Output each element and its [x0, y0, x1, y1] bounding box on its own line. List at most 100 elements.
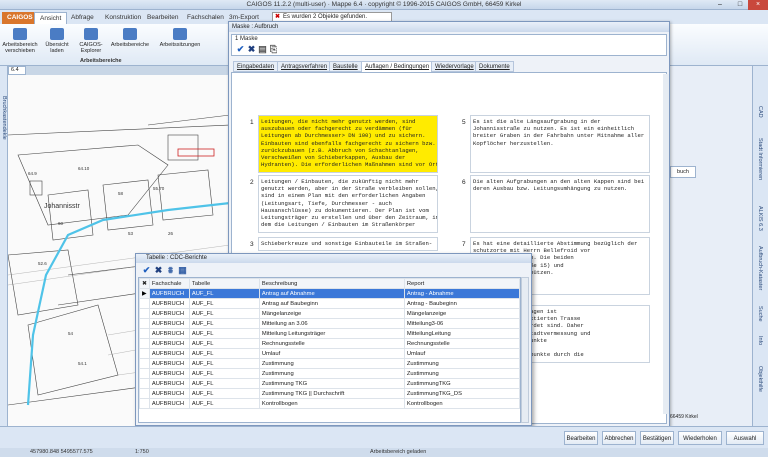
table-cell[interactable]: Kontrollbogen: [403, 398, 520, 409]
table-cell[interactable]: Umlauf: [403, 348, 520, 359]
select-button[interactable]: Auswahl: [726, 431, 764, 445]
edit-button[interactable]: Bearbeiten: [564, 431, 598, 445]
table-row[interactable]: AUFBRUCH AUF_FL Zustimmung TKG || Durchsch…: [139, 388, 520, 399]
minimize-icon[interactable]: –: [710, 0, 730, 10]
strip-stadt[interactable]: Stadt Informieren: [757, 138, 763, 180]
dialog-scrollbar[interactable]: [663, 74, 669, 414]
table-cell[interactable]: Zustimmung TKG: [258, 378, 405, 389]
tab-antragsverfahren[interactable]: Antragsverfahren: [277, 61, 332, 72]
tab-eingabedaten[interactable]: Eingabedaten: [233, 61, 279, 72]
table-cell[interactable]: Zustimmung: [403, 358, 520, 369]
table-cell[interactable]: ZustimmungTKG: [403, 378, 520, 389]
document-tab[interactable]: 6.4: [8, 66, 26, 75]
table-cell[interactable]: AUFBRUCH: [148, 318, 190, 329]
tab-abfrage[interactable]: Abfrage: [66, 12, 99, 24]
confirm-button[interactable]: Bestätigen: [640, 431, 674, 445]
table-cell[interactable]: AUFBRUCH: [148, 398, 190, 409]
explorer-button[interactable]: CAIGOS-Explorer: [76, 28, 106, 54]
table-cell[interactable]: AUF_FL: [188, 338, 260, 349]
export-icon[interactable]: ⎘: [269, 45, 278, 54]
strip-aufbruch[interactable]: Aufbruch-Kataster: [757, 246, 763, 290]
move-workspace-button[interactable]: Arbeitsbereich verschieben: [2, 28, 38, 54]
table-cell[interactable]: Mängelanzeige: [258, 308, 405, 319]
tab-fachschalen[interactable]: Fachschalen: [182, 12, 229, 24]
table-cell[interactable]: Antrag - Baubeginn: [403, 298, 520, 309]
col-report[interactable]: Report: [403, 278, 520, 289]
strip-info[interactable]: Info: [757, 336, 763, 345]
repeat-button[interactable]: Wiederholen: [678, 431, 722, 445]
table-cell[interactable]: Mitteilung an 3.06: [258, 318, 405, 329]
filter-icon[interactable]: ⩩: [166, 266, 175, 275]
table-cell[interactable]: AUFBRUCH: [148, 328, 190, 339]
table-cell[interactable]: AUFBRUCH: [148, 388, 190, 399]
tab-bearbeiten[interactable]: Bearbeiten: [142, 12, 183, 24]
print-icon[interactable]: ▤: [258, 45, 267, 54]
table-cell[interactable]: AUFBRUCH: [148, 358, 190, 369]
table-cell[interactable]: Zustimmung: [258, 358, 405, 369]
table-cell[interactable]: AUF_FL: [188, 378, 260, 389]
table-row[interactable]: AUFBRUCH AUF_FL Zustimmung Zustimmung: [139, 368, 520, 379]
table-cell[interactable]: Mitteilung3-06: [403, 318, 520, 329]
report-icon[interactable]: ▦: [178, 266, 187, 275]
table-cell[interactable]: MitteilungLeitung: [403, 328, 520, 339]
table-cell[interactable]: Antrag - Abnahme: [403, 288, 520, 299]
check-icon[interactable]: ✔: [142, 266, 151, 275]
col-beschreibung[interactable]: Beschreibung: [258, 278, 405, 289]
table-row[interactable]: AUFBRUCH AUF_FL Zustimmung TKG ZustimmungTK…: [139, 378, 520, 389]
load-overview-button[interactable]: Übersicht laden: [42, 28, 72, 54]
table-cell[interactable]: AUF_FL: [188, 398, 260, 409]
table-cell[interactable]: Zustimmung: [258, 368, 405, 379]
cancel-icon[interactable]: ✖: [154, 266, 163, 275]
tab-baustelle[interactable]: Baustelle: [329, 61, 362, 72]
check-icon[interactable]: ✔: [236, 45, 245, 54]
table-cell[interactable]: AUFBRUCH: [148, 308, 190, 319]
table-row[interactable]: AUFBRUCH AUF_FL Kontrollbogen Kontrollbogen: [139, 398, 520, 409]
table-cell[interactable]: AUF_FL: [188, 368, 260, 379]
maximize-icon[interactable]: □: [730, 0, 750, 10]
table-cell[interactable]: Rechnungsstelle: [403, 338, 520, 349]
table-cell[interactable]: AUF_FL: [188, 288, 260, 299]
table-row[interactable]: AUFBRUCH AUF_FL Antrag auf Baubeginn Antrag…: [139, 298, 520, 309]
tab-caigos[interactable]: CAIGOS: [2, 12, 38, 24]
close-icon[interactable]: ×: [748, 0, 768, 10]
tab-konstruktion[interactable]: Konstruktion: [100, 12, 146, 24]
table-row[interactable]: AUFBRUCH AUF_FL Mängelanzeige Mängelanzeige: [139, 308, 520, 319]
table-cell[interactable]: Mängelanzeige: [403, 308, 520, 319]
strip-objekthilfe[interactable]: Objekthilfe: [757, 366, 763, 392]
table-scrollbar[interactable]: [521, 277, 529, 423]
cancel-icon[interactable]: ✖: [247, 45, 256, 54]
abort-button[interactable]: Abbrechen: [602, 431, 636, 445]
panel-button[interactable]: buch: [670, 166, 696, 178]
table-cell[interactable]: ZustimmungTKG_DS: [403, 388, 520, 399]
table-cell[interactable]: AUF_FL: [188, 308, 260, 319]
condition-text-6[interactable]: Die alten Aufgrabungen an den alten Kapp…: [470, 175, 650, 233]
table-cell[interactable]: Mitteilung Leitungsträger: [258, 328, 405, 339]
table-cell[interactable]: Rechnungsstelle: [258, 338, 405, 349]
table-cell[interactable]: AUF_FL: [188, 318, 260, 329]
col-tabelle[interactable]: Tabelle: [188, 278, 260, 289]
table-cell[interactable]: AUF_FL: [188, 298, 260, 309]
table-cell[interactable]: AUFBRUCH: [148, 368, 190, 379]
table-row[interactable]: AUFBRUCH AUF_FL Mitteilung an 3.06 Mitteilu…: [139, 318, 520, 329]
table-cell[interactable]: AUFBRUCH: [148, 288, 190, 299]
table-cell[interactable]: AUF_FL: [188, 328, 260, 339]
condition-text-3[interactable]: Schieberkreuze und sonstige Einbauteile …: [258, 237, 438, 251]
table-cell[interactable]: AUF_FL: [188, 358, 260, 369]
condition-text-1[interactable]: Leitungen, die nicht mehr genutzt werden…: [258, 115, 438, 173]
table-cell[interactable]: AUF_FL: [188, 348, 260, 359]
table-cell[interactable]: AUFBRUCH: [148, 338, 190, 349]
table-row[interactable]: AUFBRUCH AUF_FL Rechnungsstelle Rechnungsst…: [139, 338, 520, 349]
left-strip-label[interactable]: Bruchkastendekle: [1, 96, 7, 140]
workspaces-button[interactable]: Arbeitsbereiche: [108, 28, 152, 48]
table-cell[interactable]: AUFBRUCH: [148, 348, 190, 359]
condition-text-2[interactable]: Leitungen / Einbauten, die zukünftig nic…: [258, 175, 438, 233]
table-cell[interactable]: AUFBRUCH: [148, 298, 190, 309]
tab-auflagen[interactable]: Auflagen / Bedingungen: [361, 61, 434, 72]
tab-ansicht[interactable]: Ansicht: [34, 12, 68, 24]
table-row[interactable]: AUFBRUCH AUF_FL Umlauf Umlauf: [139, 348, 520, 359]
strip-cad[interactable]: CAD: [757, 106, 763, 118]
sessions-button[interactable]: Arbeitssitzungen: [156, 28, 204, 48]
table-cell[interactable]: AUFBRUCH: [148, 378, 190, 389]
table-row[interactable]: AUFBRUCH AUF_FL Mitteilung Leitungsträger M…: [139, 328, 520, 339]
strip-alkis[interactable]: ALKIS 6.3: [757, 206, 763, 231]
